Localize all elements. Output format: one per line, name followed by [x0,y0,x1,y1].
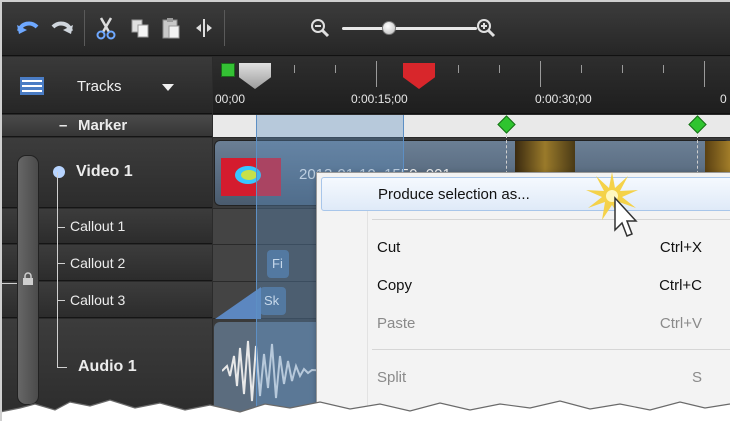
frame-border-top [0,0,730,2]
copy-icon[interactable] [126,14,154,42]
playhead-start-handle[interactable] [221,63,235,77]
menu-item-label: Produce selection as... [378,186,530,203]
zoom-in-icon[interactable] [472,14,500,42]
camtasia-timeline: Tracks 00;00 0:00:15;00 0:00:30;00 0 – M… [0,0,730,421]
track-node-dot [53,166,65,178]
frame-border-left [0,0,2,421]
menu-item-label: Split [377,369,407,386]
ruler-label: 0:00:15;00 [351,92,408,106]
toolbar-divider [224,10,225,46]
lock-icon[interactable] [22,272,34,285]
zoom-slider-track[interactable] [342,27,477,30]
menu-item-shortcut: Ctrl+V [659,315,702,332]
redo-icon[interactable] [48,14,76,42]
menu-separator [372,219,730,220]
tracks-panel-icon [20,77,44,95]
track-label-callout-3: Callout 3 [70,292,126,308]
track-label-marker: Marker [78,117,128,134]
ruler-label: 00;00 [215,92,246,106]
tracks-label: Tracks [77,78,122,95]
time-ruler[interactable]: 00;00 0:00:15;00 0:00:30;00 0 [213,57,730,114]
track-label-callout-2: Callout 2 [70,255,126,271]
menu-separator [372,349,730,350]
cut-icon[interactable] [92,14,120,42]
timeline-toolbar [2,2,730,56]
menu-item-label: Copy [377,277,413,294]
track-label-audio-1: Audio 1 [78,358,137,375]
screenshot-frame: Tracks 00;00 0:00:15;00 0:00:30;00 0 – M… [0,0,730,421]
tracks-dropdown-arrow[interactable] [162,84,174,91]
zoom-out-icon[interactable] [306,14,334,42]
ruler-label: 0:00:30;00 [535,92,592,106]
tracks-header[interactable]: Tracks [2,57,212,114]
ruler-label: 0 [720,92,727,106]
track-tree-line [57,172,58,367]
menu-item-label: Paste [377,315,416,332]
track-label-callout-1: Callout 1 [70,218,126,234]
playhead-grip[interactable] [239,63,271,89]
playhead-end-handle[interactable] [403,63,435,89]
menu-item-produce-selection[interactable]: Produce selection as... [321,177,730,211]
context-menu: Produce selection as... Cut Ctrl+X Copy … [316,172,730,421]
menu-item-shortcut: Ctrl+C [659,277,702,294]
track-label-video-1: Video 1 [76,163,133,180]
menu-item-shortcut: Ctrl+X [659,239,702,256]
split-icon[interactable] [190,14,218,42]
menu-item-paste[interactable]: Paste Ctrl+V [317,307,730,341]
paste-icon[interactable] [157,14,185,42]
menu-item-cut[interactable]: Cut Ctrl+X [317,231,730,265]
zoom-slider-thumb[interactable] [382,21,396,35]
menu-item-label: Cut [377,239,401,256]
mouse-cursor-icon [614,196,638,237]
undo-icon[interactable] [14,14,42,42]
menu-item-shortcut: S [691,369,702,386]
menu-item-copy[interactable]: Copy Ctrl+C [317,269,730,303]
torn-edge-bottom [0,399,730,421]
toolbar-divider [84,10,85,46]
marker-track-header[interactable]: – Marker [2,115,212,137]
